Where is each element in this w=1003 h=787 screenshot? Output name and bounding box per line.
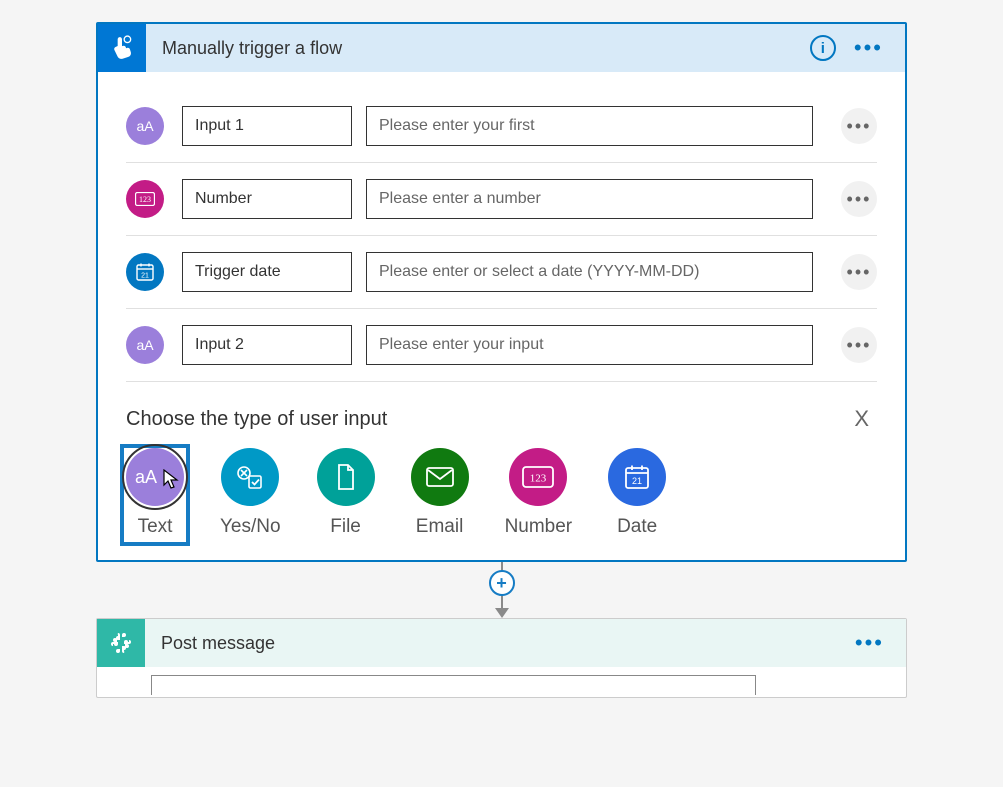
input-name-field[interactable]: Trigger date <box>182 252 352 292</box>
input-row-menu-button[interactable]: ••• <box>841 108 877 144</box>
input-name-field[interactable]: Input 1 <box>182 106 352 146</box>
input-row-menu-button[interactable]: ••• <box>841 181 877 217</box>
picker-option-label: Yes/No <box>220 516 281 538</box>
manual-trigger-icon <box>98 24 146 72</box>
picker-close-button[interactable]: X <box>846 402 877 436</box>
picker-option-yesno[interactable]: Yes/No <box>220 448 281 538</box>
date-type-icon: 21 <box>126 253 164 291</box>
svg-text:123: 123 <box>139 195 151 204</box>
trigger-card: Manually trigger a flow i ••• aA Input 1… <box>96 22 907 562</box>
input-row: 123 Number Please enter a number ••• <box>126 163 877 236</box>
text-type-icon: aA <box>126 326 164 364</box>
picker-option-email[interactable]: Email <box>411 448 469 538</box>
trigger-menu-button[interactable]: ••• <box>850 39 887 57</box>
input-value-field[interactable]: Please enter a number <box>366 179 813 219</box>
post-message-field[interactable] <box>151 675 756 695</box>
svg-text:21: 21 <box>632 476 642 486</box>
svg-text:123: 123 <box>530 473 547 485</box>
input-value-field[interactable]: Please enter or select a date (YYYY-MM-D… <box>366 252 813 292</box>
trigger-body: aA Input 1 Please enter your first ••• 1… <box>98 72 905 560</box>
email-icon <box>411 448 469 506</box>
svg-text:21: 21 <box>141 273 149 280</box>
text-type-icon: aA <box>126 107 164 145</box>
picker-option-number[interactable]: 123 Number <box>505 448 573 538</box>
add-step-button[interactable]: + <box>489 570 515 596</box>
input-value-field[interactable]: Please enter your input <box>366 325 813 365</box>
info-icon[interactable]: i <box>810 35 836 61</box>
post-message-title: Post message <box>145 633 851 654</box>
arrow-down-icon <box>495 608 509 618</box>
post-message-menu-button[interactable]: ••• <box>851 634 888 652</box>
date-icon: 21 <box>608 448 666 506</box>
input-row: aA Input 1 Please enter your first ••• <box>126 90 877 163</box>
slack-icon <box>97 619 145 667</box>
number-icon: 123 <box>509 448 567 506</box>
input-name-field[interactable]: Number <box>182 179 352 219</box>
flow-connector: + <box>96 562 907 618</box>
input-value-field[interactable]: Please enter your first <box>366 106 813 146</box>
post-message-header: Post message ••• <box>97 619 906 667</box>
picker-title: Choose the type of user input <box>126 408 387 431</box>
input-row-menu-button[interactable]: ••• <box>841 254 877 290</box>
cursor-icon <box>163 469 181 489</box>
text-icon: aA <box>126 448 184 506</box>
picker-option-label: Email <box>416 516 464 538</box>
trigger-header: Manually trigger a flow i ••• <box>98 24 905 72</box>
picker-option-label: Date <box>617 516 657 538</box>
picker-option-file[interactable]: File <box>317 448 375 538</box>
picker-option-date[interactable]: 21 Date <box>608 448 666 538</box>
input-name-field[interactable]: Input 2 <box>182 325 352 365</box>
input-row: 21 Trigger date Please enter or select a… <box>126 236 877 309</box>
picker-option-label: File <box>330 516 361 538</box>
post-message-card: Post message ••• <box>96 618 907 698</box>
yesno-icon <box>221 448 279 506</box>
picker-option-label: Text <box>138 516 173 538</box>
picker-option-label: Number <box>505 516 573 538</box>
picker-option-text[interactable]: aA Text <box>120 444 190 546</box>
number-type-icon: 123 <box>126 180 164 218</box>
trigger-title: Manually trigger a flow <box>146 38 810 59</box>
file-icon <box>317 448 375 506</box>
input-row: aA Input 2 Please enter your input ••• <box>126 309 877 382</box>
input-type-picker: Choose the type of user input X aA Text … <box>126 382 877 538</box>
input-row-menu-button[interactable]: ••• <box>841 327 877 363</box>
